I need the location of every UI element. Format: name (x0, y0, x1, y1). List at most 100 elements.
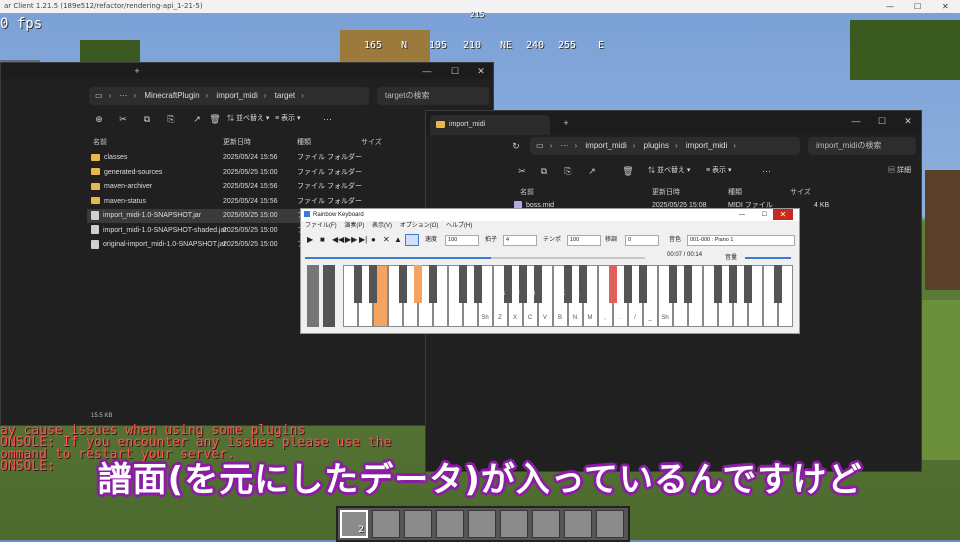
new-tab-icon[interactable]: + (131, 65, 143, 77)
breadcrumb[interactable]: import_midi (686, 137, 727, 155)
more-button[interactable]: ··· (762, 165, 771, 177)
share-icon[interactable]: ↗ (191, 113, 203, 125)
black-key[interactable] (609, 265, 617, 303)
copy-icon[interactable]: ⧉ (141, 113, 153, 125)
new-icon[interactable]: ⊕ (93, 113, 105, 125)
black-key[interactable] (564, 265, 572, 303)
beat-field[interactable]: 4 (503, 235, 537, 246)
stop-icon[interactable]: ■ (320, 233, 325, 247)
hotbar-slot[interactable] (436, 510, 464, 538)
black-key[interactable] (729, 265, 737, 303)
play-icon[interactable]: ▶ (307, 233, 313, 247)
maximize-icon[interactable]: ☐ (876, 115, 888, 127)
minimize-icon[interactable]: — (739, 209, 745, 221)
cancel-icon[interactable]: ✕ (383, 233, 390, 247)
black-key[interactable] (369, 265, 377, 303)
black-key[interactable] (414, 265, 422, 303)
address-bar[interactable]: ▭ › ··· › MinecraftPlugin › import_midi › ta… (89, 87, 369, 105)
progress-track[interactable] (305, 257, 645, 259)
column-date[interactable]: 更新日時 (223, 137, 251, 147)
view-button[interactable]: ≡ 表示 ▾ (275, 113, 301, 125)
column-type[interactable]: 種類 (297, 137, 311, 147)
transpose-field[interactable]: 0 (625, 235, 659, 246)
breadcrumb-more[interactable]: ··· (560, 137, 568, 155)
tone-select[interactable]: 001-000 : Piano 1 (687, 235, 795, 246)
rewind-icon[interactable]: ◀◀ (332, 233, 344, 247)
maximize-icon[interactable]: ☐ (762, 209, 767, 221)
share-icon[interactable]: ↗ (586, 165, 598, 177)
next-icon[interactable]: ▶| (359, 233, 367, 247)
column-name[interactable]: 名前 (93, 137, 107, 147)
delete-icon[interactable]: 🗑 (209, 113, 221, 125)
menu-help[interactable]: ヘルプ(H) (446, 223, 472, 229)
black-key[interactable] (534, 265, 542, 303)
paste-icon[interactable]: ⎘ (165, 113, 177, 125)
black-key[interactable] (774, 265, 782, 303)
black-key[interactable] (639, 265, 647, 303)
close-icon[interactable]: ✕ (475, 65, 487, 77)
address-bar[interactable]: ▭ › ··· › import_midi › plugins › import_mid… (530, 137, 800, 155)
black-key[interactable] (474, 265, 482, 303)
hotbar-slot[interactable] (372, 510, 400, 538)
maximize-icon[interactable]: ☐ (449, 65, 461, 77)
rainbow-keyboard-window[interactable]: Rainbow Keyboard — ☐ ✕ ファイル(F) 演奏(P) 表示(… (300, 208, 800, 334)
black-key[interactable] (624, 265, 632, 303)
tempo-field[interactable]: 100 (567, 235, 601, 246)
new-tab-icon[interactable]: + (560, 117, 572, 129)
breadcrumb[interactable]: plugins (644, 137, 669, 155)
hotbar-slot-selected[interactable]: 2 (340, 510, 368, 538)
minimize-icon[interactable]: — (886, 0, 894, 13)
delete-icon[interactable]: 🗑 (622, 165, 634, 177)
record-icon[interactable]: ● (371, 233, 376, 247)
black-key[interactable] (429, 265, 437, 303)
hotbar-slot[interactable] (404, 510, 432, 538)
hotbar[interactable]: 2 (336, 506, 630, 542)
breadcrumb[interactable]: target (275, 87, 295, 105)
column-size[interactable]: サイズ (790, 187, 811, 197)
piano-keyboard[interactable]: A S F G J K L;] Sh Z X C V B N M,. / _ Sh (343, 265, 795, 329)
cut-icon[interactable]: ✂ (117, 113, 129, 125)
hotbar-slot[interactable] (596, 510, 624, 538)
column-date[interactable]: 更新日時 (652, 187, 680, 197)
search-input[interactable]: import_midiの検索 (808, 137, 916, 155)
breadcrumb-more[interactable]: ··· (119, 87, 127, 105)
forward-icon[interactable]: ▶▶ (345, 233, 357, 247)
breadcrumb[interactable]: import_midi (585, 137, 626, 155)
hotbar-slot[interactable] (532, 510, 560, 538)
view-button[interactable]: ≡ 表示 ▾ (706, 165, 732, 177)
column-type[interactable]: 種類 (728, 187, 742, 197)
speed-field[interactable]: 100 (445, 235, 479, 246)
breadcrumb[interactable]: MinecraftPlugin (144, 87, 199, 105)
black-key[interactable] (459, 265, 467, 303)
menu-play[interactable]: 演奏(P) (344, 223, 364, 229)
black-key[interactable] (714, 265, 722, 303)
more-button[interactable]: ··· (323, 113, 332, 125)
tab-import-midi[interactable]: import_midi (430, 115, 550, 135)
sort-button[interactable]: ⇅ 並べ替え ▾ (648, 165, 690, 177)
maximize-icon[interactable]: ☐ (914, 0, 921, 13)
volume-slider[interactable] (745, 257, 791, 259)
hotbar-slot[interactable] (500, 510, 528, 538)
black-key[interactable] (684, 265, 692, 303)
black-key[interactable] (399, 265, 407, 303)
minimize-icon[interactable]: — (421, 65, 433, 77)
menu-file[interactable]: ファイル(F) (305, 223, 337, 229)
refresh-icon[interactable]: ↻ (510, 140, 522, 152)
column-name[interactable]: 名前 (520, 187, 534, 197)
black-key[interactable] (519, 265, 527, 303)
sort-button[interactable]: ⇅ 並べ替え ▾ (227, 113, 269, 125)
minimize-icon[interactable]: — (850, 115, 862, 127)
paste-icon[interactable]: ⎘ (562, 165, 574, 177)
black-key[interactable] (669, 265, 677, 303)
cut-icon[interactable]: ✂ (516, 165, 528, 177)
menu-view[interactable]: 表示(V) (372, 223, 392, 229)
breadcrumb[interactable]: import_midi (216, 87, 257, 105)
close-icon[interactable]: ✕ (773, 209, 793, 220)
black-key[interactable] (504, 265, 512, 303)
breadcrumb-monitor-icon[interactable]: ▭ (536, 137, 544, 155)
keyboard-toggle-icon[interactable] (405, 234, 419, 246)
close-icon[interactable]: ✕ (942, 0, 949, 13)
black-key[interactable] (579, 265, 587, 303)
black-key[interactable] (744, 265, 752, 303)
hotbar-slot[interactable] (468, 510, 496, 538)
